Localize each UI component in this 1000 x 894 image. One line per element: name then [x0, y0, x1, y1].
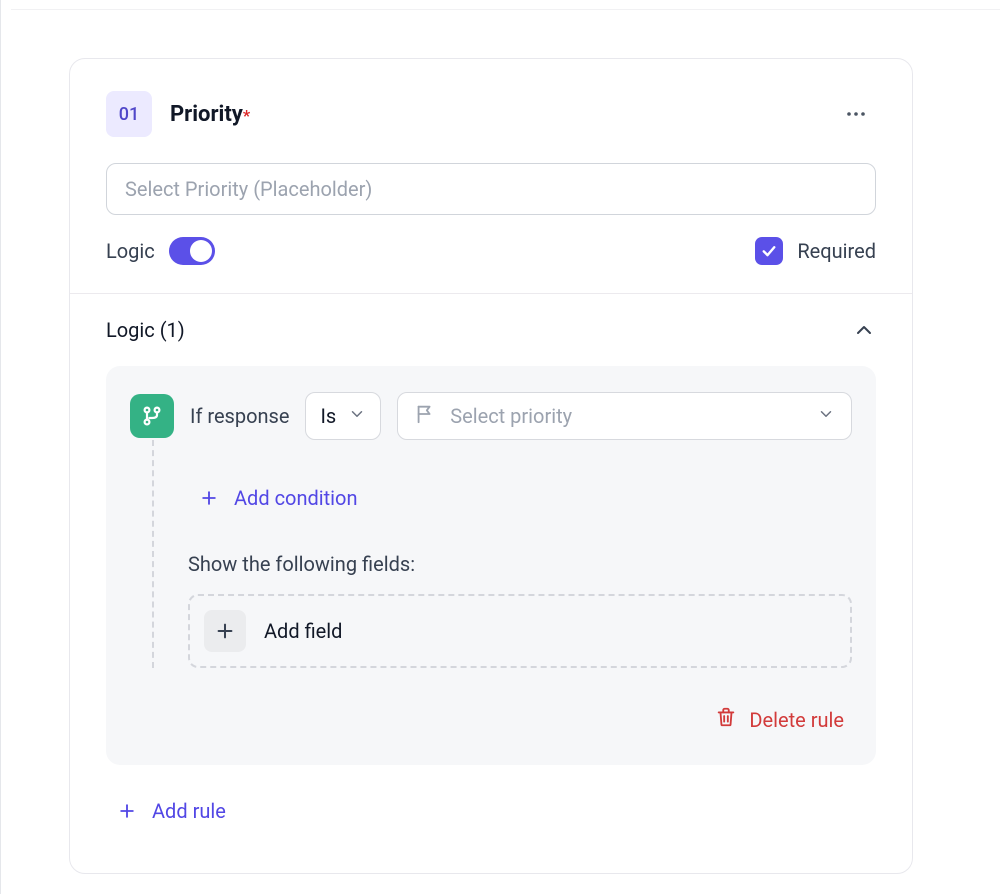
branch-icon	[140, 404, 164, 428]
more-button[interactable]	[836, 94, 876, 134]
operator-value: Is	[320, 404, 336, 428]
field-card: 01 Priority* Select Priority (Placeholde…	[69, 58, 913, 874]
check-icon	[760, 242, 778, 260]
rule-icon-badge	[130, 394, 174, 438]
field-title-wrap: Priority*	[170, 102, 250, 127]
more-horizontal-icon	[844, 102, 868, 126]
add-rule-label: Add rule	[152, 799, 226, 823]
show-fields-label: Show the following fields:	[188, 552, 852, 576]
required-label: Required	[797, 239, 876, 263]
trash-icon	[715, 706, 737, 733]
plus-icon	[198, 487, 220, 509]
logic-toggle[interactable]	[169, 237, 215, 265]
add-condition-label: Add condition	[234, 486, 358, 510]
flag-icon	[414, 403, 436, 430]
value-select[interactable]: Select priority	[397, 392, 852, 440]
if-response-label: If response	[190, 404, 289, 428]
toggle-knob	[190, 240, 212, 262]
add-field-button[interactable]: Add field	[188, 594, 852, 668]
add-condition-button[interactable]: Add condition	[188, 478, 852, 518]
logic-header-text: Logic (1)	[106, 318, 185, 342]
field-title: Priority	[170, 102, 243, 127]
field-number-badge: 01	[106, 91, 152, 137]
plus-icon	[214, 620, 236, 642]
required-asterisk: *	[243, 106, 250, 125]
field-header-row: 01 Priority*	[106, 91, 876, 137]
rule-card: If response Is	[106, 366, 876, 765]
required-checkbox[interactable]	[755, 237, 783, 265]
add-field-label: Add field	[264, 619, 342, 643]
operator-select[interactable]: Is	[305, 392, 381, 440]
logic-section-header[interactable]: Logic (1)	[106, 318, 876, 342]
add-field-plus-badge	[204, 610, 246, 652]
delete-rule-button[interactable]: Delete rule	[707, 700, 852, 739]
priority-select-input[interactable]: Select Priority (Placeholder)	[106, 163, 876, 215]
delete-rule-label: Delete rule	[749, 708, 844, 732]
chevron-down-icon	[817, 404, 835, 428]
value-placeholder: Select priority	[450, 404, 803, 428]
chevron-up-icon	[852, 318, 876, 342]
logic-toggle-label: Logic	[106, 239, 155, 263]
chevron-down-icon	[348, 404, 366, 428]
plus-icon	[116, 800, 138, 822]
priority-placeholder: Select Priority (Placeholder)	[125, 177, 372, 201]
field-number: 01	[119, 104, 139, 125]
add-rule-button[interactable]: Add rule	[106, 791, 236, 831]
